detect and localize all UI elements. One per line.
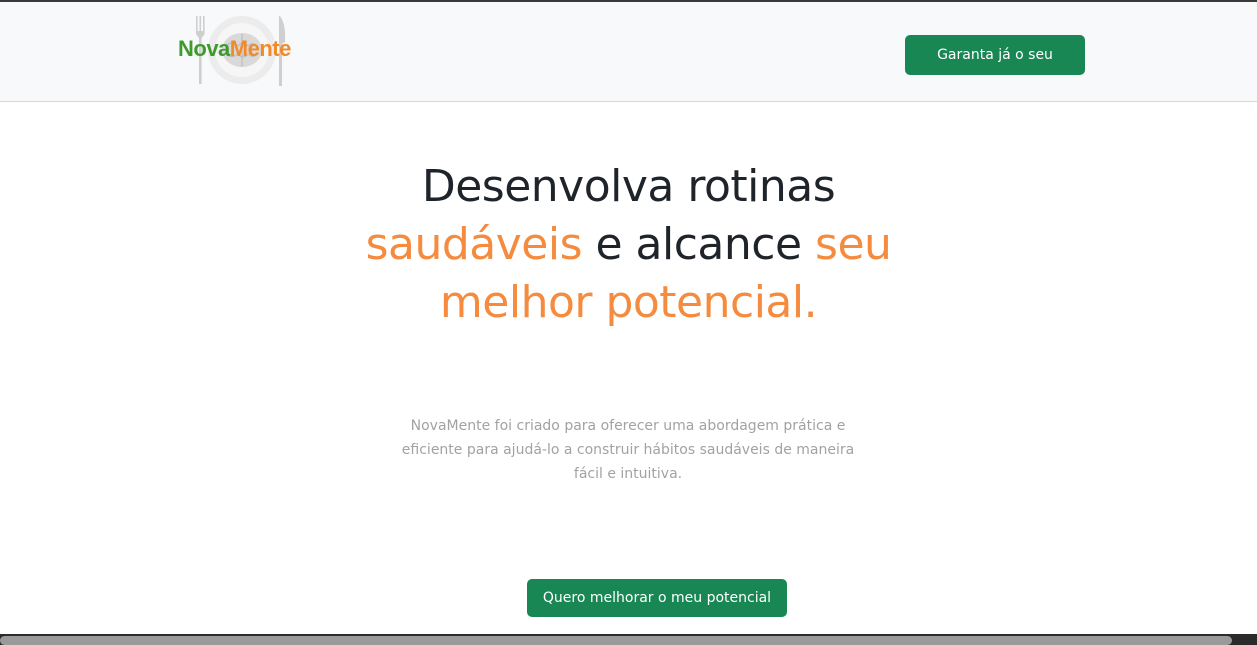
hero-accent-potencial: melhor potencial. (439, 277, 818, 328)
hero-line2-middle: e alcance (582, 219, 816, 270)
logo-text-nova: Nova (178, 36, 230, 61)
improve-potential-button[interactable]: Quero melhorar o meu potencial (527, 579, 787, 617)
hero-accent-seu: seu (815, 219, 892, 270)
garanta-button[interactable]: Garanta já o seu (905, 35, 1085, 75)
hero-line1: Desenvolva rotinas (421, 161, 836, 212)
navbar: NovaMente Garanta já o seu (0, 2, 1257, 102)
scrollbar-thumb[interactable] (0, 636, 1232, 645)
hero-description: NovaMente foi criado para oferecer uma a… (401, 418, 855, 482)
logo[interactable]: NovaMente (176, 12, 308, 90)
hero-accent-saudaveis: saudáveis (365, 219, 583, 270)
logo-text-mente: Mente (229, 36, 292, 61)
logo-text: NovaMente (178, 36, 291, 62)
hero-heading: Desenvolva rotinas saudáveis e alcance s… (0, 158, 1257, 332)
